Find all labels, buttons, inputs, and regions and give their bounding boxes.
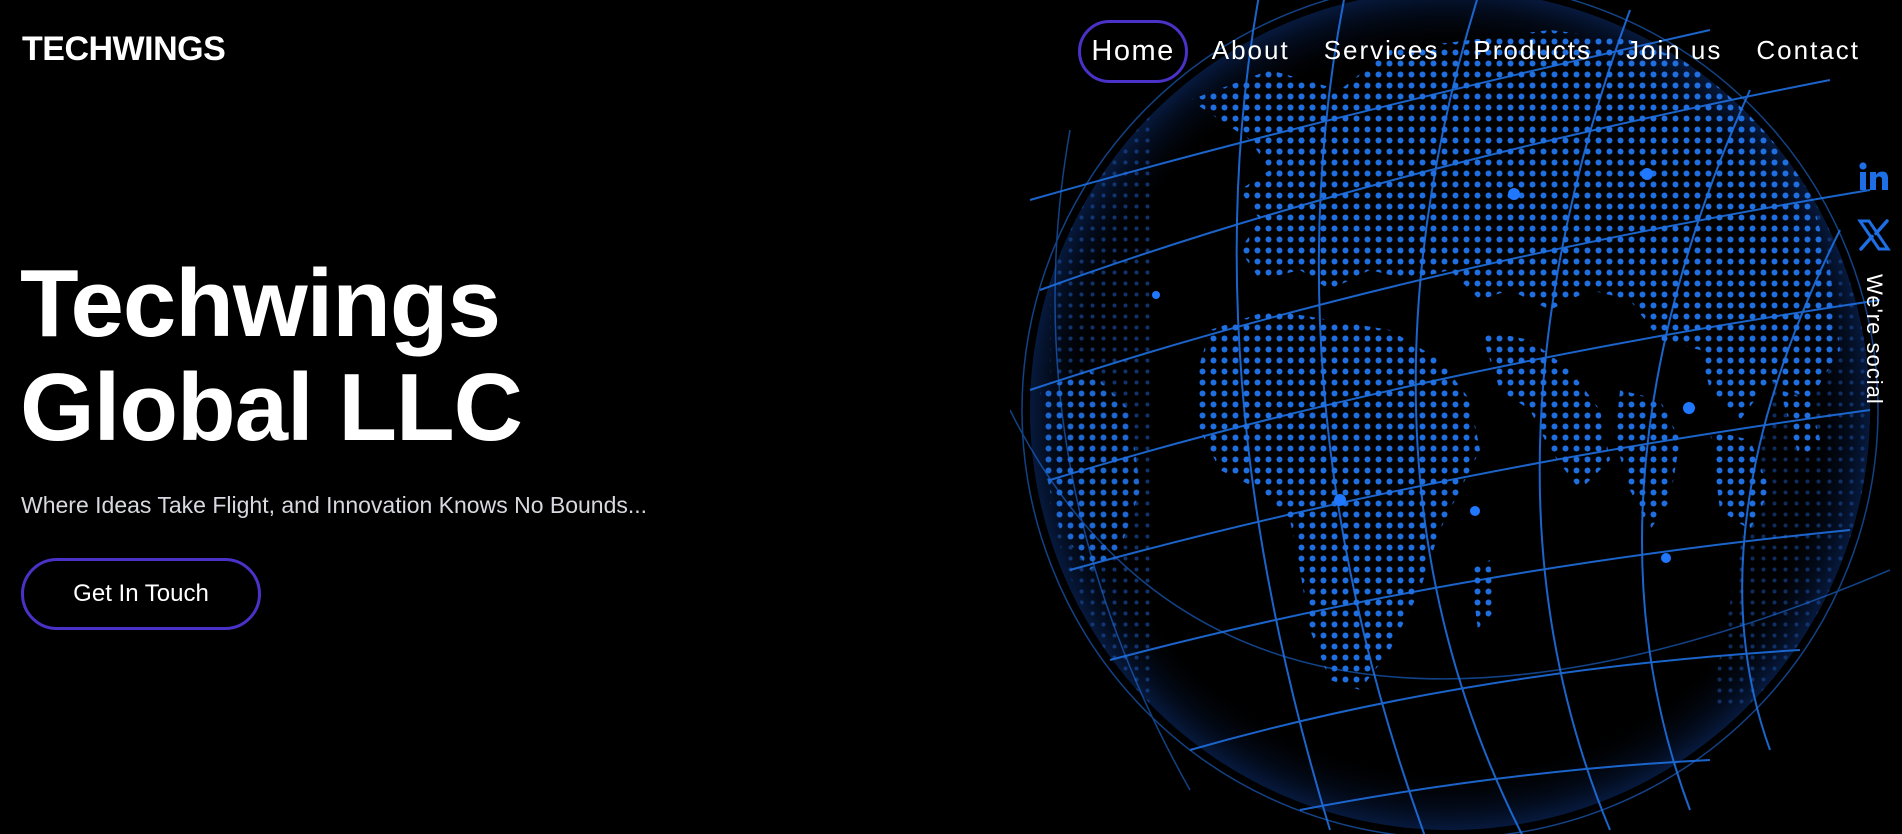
hero-title-line2: Global LLC <box>20 354 523 461</box>
hero-tagline: Where Ideas Take Flight, and Innovation … <box>21 492 648 518</box>
hero-title-line1: Techwings <box>20 250 501 357</box>
social-sidebar: We're social <box>1854 160 1894 405</box>
main-nav: Home About Services Products Join us Con… <box>1078 18 1870 83</box>
hero-section: TECHWINGS Home About Services Products J… <box>0 0 1902 834</box>
nav-item-products[interactable]: Products <box>1463 25 1602 76</box>
nav-item-services[interactable]: Services <box>1314 25 1450 76</box>
nav-item-contact[interactable]: Contact <box>1746 25 1870 76</box>
get-in-touch-button[interactable]: Get In Touch <box>21 558 261 630</box>
globe-illustration <box>1010 0 1890 834</box>
social-label: We're social <box>1862 274 1887 405</box>
nav-item-join-us[interactable]: Join us <box>1616 25 1732 76</box>
nav-item-about[interactable]: About <box>1202 25 1300 76</box>
linkedin-icon[interactable] <box>1857 160 1891 194</box>
x-twitter-icon[interactable] <box>1857 218 1891 252</box>
hero-title: Techwings Global LLC <box>20 250 523 461</box>
nav-item-home[interactable]: Home <box>1078 20 1188 83</box>
brand-logo[interactable]: TECHWINGS <box>22 30 226 69</box>
